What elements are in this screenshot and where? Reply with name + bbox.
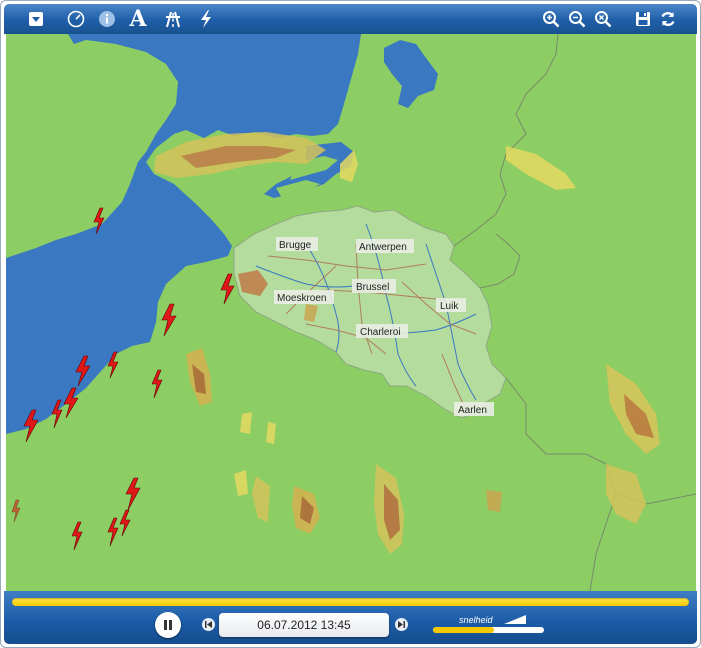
info-icon[interactable] bbox=[97, 9, 117, 29]
city-label-charleroi: Charleroi bbox=[360, 327, 401, 338]
timeline-progress[interactable] bbox=[12, 598, 689, 606]
step-back-icon bbox=[205, 621, 212, 628]
menu-dropdown-icon[interactable] bbox=[26, 9, 46, 29]
highway-icon[interactable] bbox=[163, 9, 183, 29]
city-label-antwerpen: Antwerpen bbox=[359, 242, 407, 253]
toolbar: A bbox=[4, 4, 697, 34]
zoom-out-icon[interactable] bbox=[567, 9, 587, 29]
label-toggle-icon[interactable]: A bbox=[128, 6, 148, 32]
save-icon[interactable] bbox=[633, 9, 653, 29]
pause-button[interactable] bbox=[155, 612, 181, 638]
step-forward-button[interactable] bbox=[395, 618, 408, 631]
step-forward-icon bbox=[398, 621, 405, 628]
zoom-in-icon[interactable] bbox=[541, 9, 561, 29]
city-label-moeskroen: Moeskroen bbox=[277, 293, 326, 304]
speed-slider-fill bbox=[433, 627, 495, 633]
lightning-icon[interactable] bbox=[196, 9, 216, 29]
radar-map[interactable]: Brugge Antwerpen Brussel Moeskroen Luik … bbox=[6, 34, 696, 591]
playback-bar: 06.07.2012 13:45 snelheid bbox=[4, 591, 697, 644]
speed-label: snelheid bbox=[459, 615, 493, 625]
refresh-icon[interactable] bbox=[658, 9, 678, 29]
zoom-reset-icon[interactable] bbox=[593, 9, 613, 29]
city-label-brussel: Brussel bbox=[356, 282, 389, 293]
city-label-luik: Luik bbox=[440, 301, 459, 312]
datetime-display: 06.07.2012 13:45 bbox=[219, 613, 389, 637]
city-label-aarlen: Aarlen bbox=[458, 405, 487, 416]
step-back-button[interactable] bbox=[202, 618, 215, 631]
speed-ramp-icon bbox=[504, 615, 526, 624]
pause-icon bbox=[164, 620, 172, 630]
speed-slider[interactable] bbox=[433, 627, 544, 633]
speedometer-icon[interactable] bbox=[66, 9, 86, 29]
city-label-brugge: Brugge bbox=[279, 240, 312, 251]
radar-viewer: A Brugge Antwerpen Brussel Moeskroen Lui… bbox=[0, 0, 701, 648]
